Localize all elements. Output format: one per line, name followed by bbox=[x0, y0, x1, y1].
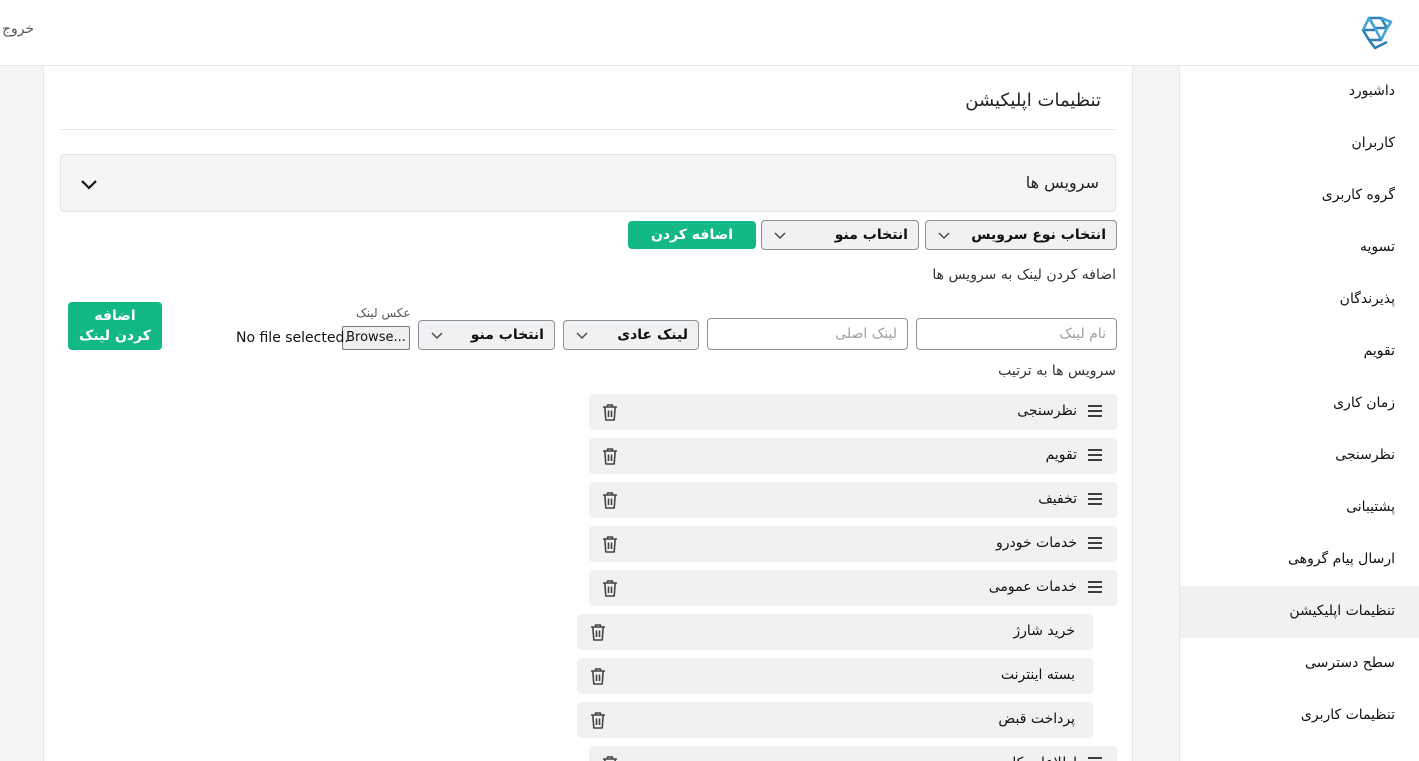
logout-link[interactable]: خروج bbox=[2, 21, 34, 37]
chevron-down-icon bbox=[576, 332, 588, 339]
trash-icon[interactable] bbox=[601, 578, 619, 598]
service-label: پرداخت قبض bbox=[998, 711, 1075, 727]
service-label: خدمات خودرو bbox=[995, 535, 1077, 551]
service-row[interactable]: نظرسنجی bbox=[589, 394, 1117, 430]
no-file-label: No file selected. bbox=[236, 330, 349, 346]
service-row[interactable]: اطلاعات کاربری bbox=[589, 746, 1117, 761]
ordered-services-heading: سرویس ها به ترتیب bbox=[998, 363, 1116, 379]
link-image-label: عکس لینک bbox=[356, 306, 411, 320]
service-label: اطلاعات کاربری bbox=[983, 755, 1077, 761]
drag-handle-icon[interactable] bbox=[1087, 580, 1103, 594]
sidebar-item-user-settings[interactable]: تنظیمات کاربری bbox=[1301, 707, 1395, 723]
top-bar: خروج bbox=[0, 0, 1419, 66]
sidebar-item-calendar[interactable]: تقویم bbox=[1364, 343, 1395, 359]
chevron-down-icon bbox=[938, 232, 950, 239]
add-link-heading: اضافه کردن لینک به سرویس ها bbox=[932, 267, 1116, 283]
service-label: تقویم bbox=[1045, 447, 1077, 463]
service-label: بسته اینترنت bbox=[1000, 667, 1075, 683]
trash-icon[interactable] bbox=[601, 402, 619, 422]
chevron-down-icon bbox=[81, 180, 97, 190]
sidebar-item-settlement[interactable]: تسویه bbox=[1360, 239, 1395, 255]
sidebar-item-work-hours[interactable]: زمان کاری bbox=[1333, 395, 1395, 411]
select-label: انتخاب منو bbox=[470, 327, 544, 343]
service-row[interactable]: خدمات عمومی bbox=[589, 570, 1117, 606]
sidebar-item-access-level[interactable]: سطح دسترسی bbox=[1305, 655, 1395, 671]
add-link-button[interactable]: اضافه کردن لینک bbox=[68, 302, 162, 350]
select-label: انتخاب منو bbox=[834, 227, 908, 243]
sidebar-item-user-groups[interactable]: گروه کاربری bbox=[1322, 187, 1395, 203]
sidebar-item-users[interactable]: کاربران bbox=[1352, 135, 1395, 151]
link-type-select[interactable]: لینک عادی bbox=[563, 320, 699, 350]
trash-icon[interactable] bbox=[589, 666, 607, 686]
chevron-down-icon bbox=[774, 232, 786, 239]
page-title: تنظیمات اپلیکیشن bbox=[965, 90, 1101, 111]
drag-handle-icon[interactable] bbox=[1087, 448, 1103, 462]
trash-icon[interactable] bbox=[601, 534, 619, 554]
divider bbox=[60, 129, 1116, 130]
sub-service-row[interactable]: خرید شارژ bbox=[577, 614, 1093, 650]
select-label: انتخاب نوع سرویس bbox=[971, 227, 1106, 243]
main-link-input[interactable]: لینک اصلی bbox=[707, 318, 908, 350]
sub-service-row[interactable]: پرداخت قبض bbox=[577, 702, 1093, 738]
placeholder: نام لینک bbox=[1059, 326, 1106, 342]
service-row[interactable]: تقویم bbox=[589, 438, 1117, 474]
sidebar: داشبورد کاربران گروه کاربری تسویه پذیرند… bbox=[1179, 66, 1419, 761]
trash-icon[interactable] bbox=[589, 710, 607, 730]
service-label: نظرسنجی bbox=[1017, 403, 1077, 419]
link-name-input[interactable]: نام لینک bbox=[916, 318, 1117, 350]
service-label: تخفیف bbox=[1038, 491, 1077, 507]
sidebar-item-support[interactable]: پشتیبانی bbox=[1346, 499, 1395, 515]
trash-icon[interactable] bbox=[601, 446, 619, 466]
sidebar-item-app-settings[interactable]: تنظیمات اپلیکیشن bbox=[1289, 603, 1395, 619]
service-row[interactable]: تخفیف bbox=[589, 482, 1117, 518]
placeholder: لینک اصلی bbox=[835, 326, 897, 342]
select-label: لینک عادی bbox=[617, 327, 688, 343]
sidebar-item-merchants[interactable]: پذیرندگان bbox=[1340, 291, 1395, 307]
logo-icon bbox=[1361, 16, 1393, 50]
browse-button[interactable]: Browse... bbox=[342, 326, 410, 350]
sidebar-item-dashboard[interactable]: داشبورد bbox=[1349, 83, 1395, 99]
service-label: خرید شارژ bbox=[1013, 623, 1075, 639]
sidebar-item-survey[interactable]: نظرسنجی bbox=[1335, 447, 1395, 463]
accordion-title: سرویس ها bbox=[1025, 173, 1099, 192]
link-menu-select[interactable]: انتخاب منو bbox=[418, 320, 555, 350]
services-accordion-header[interactable]: سرویس ها bbox=[60, 154, 1116, 212]
sidebar-item-group-message[interactable]: ارسال پیام گروهی bbox=[1288, 551, 1395, 567]
trash-icon[interactable] bbox=[601, 490, 619, 510]
menu-select[interactable]: انتخاب منو bbox=[761, 220, 919, 250]
drag-handle-icon[interactable] bbox=[1087, 492, 1103, 506]
sub-service-row[interactable]: بسته اینترنت bbox=[577, 658, 1093, 694]
service-label: خدمات عمومی bbox=[988, 579, 1077, 595]
trash-icon[interactable] bbox=[589, 622, 607, 642]
main-panel: تنظیمات اپلیکیشن سرویس ها انتخاب نوع سرو… bbox=[43, 66, 1133, 761]
add-service-button[interactable]: اضافه کردن سرویس bbox=[628, 221, 756, 271]
trash-icon[interactable] bbox=[601, 754, 619, 761]
drag-handle-icon[interactable] bbox=[1087, 404, 1103, 418]
service-row[interactable]: خدمات خودرو bbox=[589, 526, 1117, 562]
drag-handle-icon[interactable] bbox=[1087, 756, 1103, 761]
service-type-select[interactable]: انتخاب نوع سرویس bbox=[925, 220, 1117, 250]
drag-handle-icon[interactable] bbox=[1087, 536, 1103, 550]
chevron-down-icon bbox=[431, 332, 443, 339]
